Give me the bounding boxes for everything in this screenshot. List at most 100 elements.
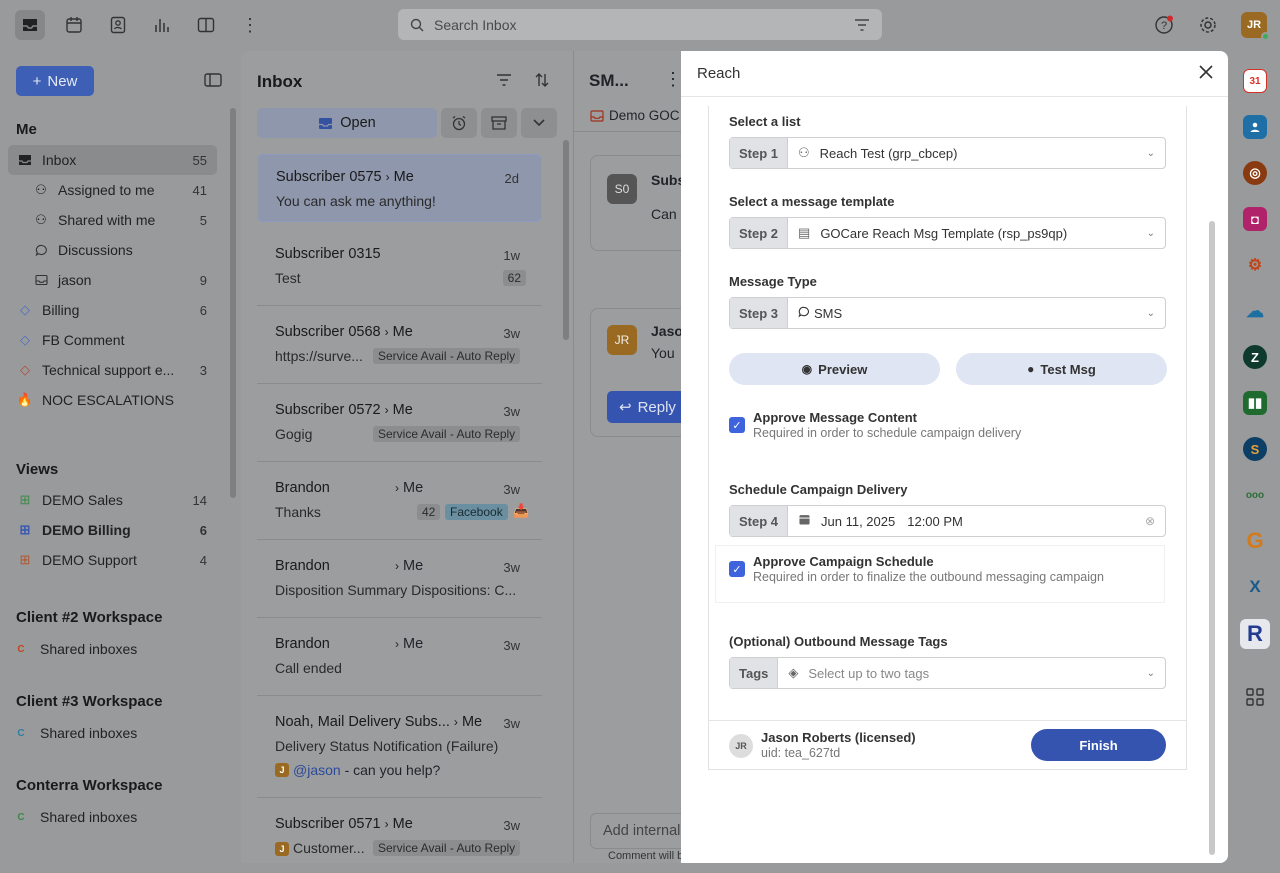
conversation-row[interactable]: Brandon › Me 3w Thanks 42 Facebook 📥 — [257, 466, 542, 540]
sidebar-item-assigned[interactable]: ⚇ Assigned to me 41 — [8, 175, 217, 205]
google-calendar-icon[interactable]: 31 — [1243, 69, 1267, 93]
sidebar-item-label: Shared inboxes — [40, 641, 138, 657]
tags-select[interactable]: Tags ◈ Select up to two tags ⌄ — [729, 657, 1166, 689]
hubspot-icon[interactable]: ⚙ — [1243, 253, 1267, 277]
collapse-sidebar-icon[interactable] — [204, 72, 222, 91]
sort-icon[interactable] — [534, 72, 550, 91]
sidebar-item-discussions[interactable]: Discussions — [8, 235, 217, 265]
more-filters-dropdown[interactable] — [521, 108, 557, 138]
modal-scrollbar[interactable] — [1209, 221, 1215, 855]
new-button[interactable]: + New — [16, 66, 94, 96]
message-card: S0 Subs Can — [590, 155, 681, 251]
conversation-row[interactable]: Noah, Mail Delivery Subs... › Me 3w Deli… — [257, 700, 542, 798]
open-filter-button[interactable]: Open — [257, 108, 437, 138]
more-vertical-icon[interactable]: ⋮ — [664, 69, 682, 90]
filter-icon[interactable] — [854, 18, 870, 31]
preview-button[interactable]: ◉ Preview — [729, 353, 940, 385]
avatar-initials: JR — [1246, 19, 1262, 31]
inbox-icon — [16, 154, 34, 166]
contacts-app-icon[interactable] — [1243, 115, 1267, 139]
test-message-button[interactable]: ● Test Msg — [956, 353, 1167, 385]
conversation-row[interactable]: Brandon › Me 3w Disposition Summary Disp… — [257, 544, 542, 618]
view-columns-icon: ⊞ — [19, 492, 31, 507]
tag-icon: ◇ — [20, 302, 30, 317]
sidebar-item-count: 55 — [192, 152, 207, 168]
reply-button[interactable]: ↩ Reply — [607, 391, 681, 423]
approve-schedule-checkbox[interactable]: ✓ — [729, 561, 745, 577]
conversation-row[interactable]: Subscriber 0575 › Me 2d You can ask me a… — [257, 154, 542, 222]
clear-icon[interactable]: ⊗ — [1145, 514, 1155, 528]
sidebar-item-technical-support[interactable]: ◇ Technical support e... 3 — [8, 355, 217, 385]
sidebar-view-demo-billing[interactable]: ⊞ DEMO Billing 6 — [8, 515, 217, 545]
apps-grid-icon[interactable] — [1243, 685, 1267, 709]
reply-label: Reply — [637, 398, 676, 416]
user-avatar[interactable]: JR — [1241, 12, 1270, 41]
conversation-recipient: › Me — [395, 636, 424, 652]
x-app-icon[interactable]: X — [1243, 575, 1267, 599]
internal-comment-input[interactable]: Add internal — [590, 813, 681, 849]
conversation-row[interactable]: Brandon › Me 3w Call ended — [257, 622, 542, 696]
tags-icon: ◈ — [788, 665, 799, 680]
sidebar-item-inbox[interactable]: Inbox 55 — [8, 145, 217, 175]
template-select[interactable]: Step 2 ▤ GOCare Reach Msg Template (rsp_… — [729, 217, 1166, 249]
schedule-label: Schedule Campaign Delivery — [729, 482, 908, 497]
rings-app-icon[interactable]: ooo — [1243, 483, 1267, 507]
inbox-list-scrollbar[interactable] — [563, 140, 569, 340]
sidebar-scrollbar[interactable] — [230, 108, 236, 498]
divider — [574, 131, 681, 132]
s-app-icon[interactable]: S — [1243, 437, 1267, 461]
sidebar-item-count: 14 — [192, 492, 207, 508]
sidebar-item-label: Shared with me — [58, 212, 156, 228]
reach-app-icon[interactable]: R — [1240, 619, 1270, 649]
sidebar-item-fb-comment[interactable]: ◇ FB Comment — [8, 325, 217, 355]
archived-filter-button[interactable] — [481, 108, 517, 138]
search-input[interactable]: Search Inbox — [434, 17, 854, 33]
schedule-datetime-picker[interactable]: Step 4 Jun 11, 2025 12:00 PM ⊗ — [729, 505, 1166, 537]
contacts-icon[interactable] — [103, 10, 133, 40]
conversation-row[interactable]: Subscriber 0571 › Me 3w J Customer... Se… — [257, 802, 542, 866]
snoozed-filter-button[interactable] — [441, 108, 477, 138]
workspace-shared-inboxes[interactable]: C Shared inboxes — [16, 718, 216, 748]
conversation-row[interactable]: Subscriber 0572 › Me 3w Gogig Service Av… — [257, 388, 542, 462]
workspace-badge: C — [17, 727, 25, 739]
workspace-shared-inboxes[interactable]: C Shared inboxes — [16, 802, 216, 832]
sidebar-view-demo-sales[interactable]: ⊞ DEMO Sales 14 — [8, 485, 217, 515]
sidebar-item-billing[interactable]: ◇ Billing 6 — [8, 295, 217, 325]
more-vertical-icon[interactable]: ⋮ — [235, 10, 265, 40]
sidebar-item-jason[interactable]: jason 9 — [8, 265, 217, 295]
zendesk-app-icon[interactable]: Z — [1243, 345, 1267, 369]
salesforce-cloud-icon[interactable]: ☁ — [1243, 299, 1267, 323]
conversation-preview: Call ended — [275, 660, 342, 676]
sidebar-item-noc-escalations[interactable]: 🔥 NOC ESCALATIONS — [8, 385, 217, 415]
inbox-icon[interactable] — [15, 10, 45, 40]
conversation-tab[interactable]: Demo GOC — [590, 108, 680, 123]
book-app-icon[interactable]: ▮▮ — [1243, 391, 1267, 415]
help-icon[interactable]: ? — [1149, 10, 1179, 40]
analytics-icon[interactable] — [147, 10, 177, 40]
approve-content-checkbox[interactable]: ✓ — [729, 417, 745, 433]
finish-button[interactable]: Finish — [1031, 729, 1166, 761]
instagram-app-icon[interactable]: ◘ — [1243, 207, 1267, 231]
list-select[interactable]: Step 1 ⚇ Reach Test (grp_cbcep) ⌄ — [729, 137, 1166, 169]
search-bar[interactable]: Search Inbox — [398, 9, 882, 40]
sidebar-item-count: 5 — [199, 212, 207, 228]
calendar-icon[interactable] — [59, 10, 89, 40]
sidebar-item-shared[interactable]: ⚇ Shared with me 5 — [8, 205, 217, 235]
g-app-icon[interactable]: G — [1243, 528, 1267, 553]
tag-icon: ◇ — [20, 332, 30, 347]
sidebar-view-demo-support[interactable]: ⊞ DEMO Support 4 — [8, 545, 217, 575]
conversation-row[interactable]: Subscriber 0315 1w Test 62 — [257, 232, 542, 306]
view-columns-icon: ⊞ — [19, 522, 31, 537]
sidebar-item-label: DEMO Billing — [42, 522, 131, 538]
message-type-select[interactable]: Step 3 SMS ⌄ — [729, 297, 1166, 329]
conversation-row[interactable]: Subscriber 0568 › Me 3w https://surve...… — [257, 310, 542, 384]
knowledge-base-icon[interactable] — [191, 10, 221, 40]
settings-gear-icon[interactable] — [1193, 10, 1223, 40]
filter-icon[interactable] — [496, 73, 512, 90]
step-label: Step 1 — [730, 138, 789, 168]
workspace-shared-inboxes[interactable]: C Shared inboxes — [16, 634, 216, 664]
view-columns-icon: ⊞ — [19, 552, 31, 567]
chevron-down-icon: ⌄ — [1146, 147, 1155, 159]
close-icon[interactable] — [1198, 64, 1214, 84]
target-app-icon[interactable]: ◎ — [1243, 161, 1267, 185]
